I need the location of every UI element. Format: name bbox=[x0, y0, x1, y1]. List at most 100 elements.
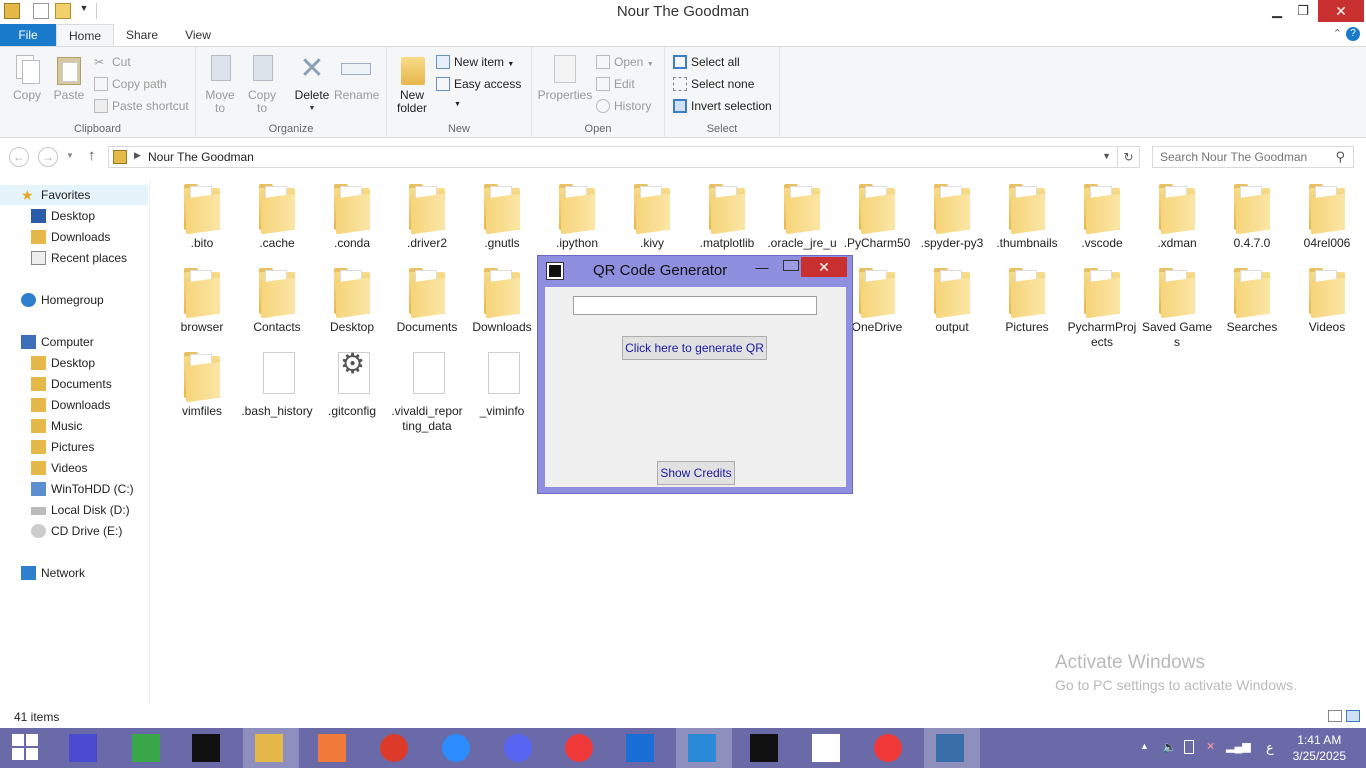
nav-comp-drive-c[interactable]: WinToHDD (C:) bbox=[31, 479, 134, 499]
file-item[interactable]: .oracle_jre_usage bbox=[766, 182, 838, 266]
new-folder-button[interactable]: New folder bbox=[393, 53, 431, 115]
file-item[interactable]: .ipython bbox=[541, 182, 613, 251]
cut-button[interactable]: ✂ Cut bbox=[94, 53, 131, 71]
show-credits-button[interactable]: Show Credits bbox=[657, 461, 735, 485]
nav-comp-desktop[interactable]: Desktop bbox=[31, 353, 95, 373]
help-icon[interactable]: ? bbox=[1346, 27, 1360, 41]
file-item[interactable]: PycharmProjects bbox=[1066, 266, 1138, 350]
nav-favorites[interactable]: ★ Favorites bbox=[0, 185, 148, 205]
battery-icon[interactable] bbox=[1184, 740, 1194, 754]
nav-comp-documents[interactable]: Documents bbox=[31, 374, 112, 394]
file-item[interactable]: .conda bbox=[316, 182, 388, 251]
collapse-ribbon-icon[interactable]: ⌃ bbox=[1333, 27, 1342, 40]
taskbar-discord-button[interactable] bbox=[492, 728, 548, 768]
clock[interactable]: 1:41 AM 3/25/2025 bbox=[1293, 732, 1346, 764]
network-error-icon[interactable]: ✕ bbox=[1206, 740, 1215, 753]
taskbar-capcut-button[interactable] bbox=[800, 728, 856, 768]
taskbar-zoom-button[interactable] bbox=[430, 728, 486, 768]
taskbar-vivaldi-2-button[interactable] bbox=[862, 728, 918, 768]
input-language[interactable]: ع bbox=[1266, 740, 1274, 756]
forward-button[interactable]: → bbox=[38, 147, 58, 167]
search-icon[interactable]: ⚲ bbox=[1335, 149, 1345, 165]
taskbar-python-button[interactable] bbox=[924, 728, 980, 768]
dialog-close-button[interactable]: ✕ bbox=[801, 257, 847, 277]
invert-selection-button[interactable]: Invert selection bbox=[673, 97, 772, 115]
taskbar-photo-app-button[interactable] bbox=[306, 728, 362, 768]
volume-icon[interactable]: 🔈 bbox=[1162, 740, 1177, 754]
open-button[interactable]: Open ▼ bbox=[596, 53, 654, 71]
address-bar[interactable]: ▶ Nour The Goodman ▼ bbox=[108, 146, 1118, 168]
refresh-button[interactable]: ↻ bbox=[1118, 146, 1140, 168]
file-item[interactable]: .spyder-py3 bbox=[916, 182, 988, 251]
file-item[interactable]: .kivy bbox=[616, 182, 688, 251]
nav-comp-videos[interactable]: Videos bbox=[31, 458, 87, 478]
file-item[interactable]: .driver2 bbox=[391, 182, 463, 251]
file-item[interactable]: browser bbox=[166, 266, 238, 335]
taskbar-tile-app-button[interactable] bbox=[120, 728, 176, 768]
recent-locations-icon[interactable]: ▼ bbox=[66, 151, 74, 160]
tab-share[interactable]: Share bbox=[114, 24, 170, 47]
show-hidden-icons-icon[interactable]: ▲ bbox=[1140, 741, 1149, 751]
new-item-button[interactable]: New item ▼ bbox=[436, 53, 514, 71]
file-item[interactable]: .thumbnails bbox=[991, 182, 1063, 251]
taskbar-file-explorer-button[interactable] bbox=[243, 728, 299, 768]
file-item[interactable]: output bbox=[916, 266, 988, 335]
back-button[interactable]: ← bbox=[9, 147, 29, 167]
file-item[interactable]: .cache bbox=[241, 182, 313, 251]
up-button[interactable]: ↑ bbox=[88, 147, 96, 164]
search-input[interactable] bbox=[1160, 150, 1330, 164]
copy-path-button[interactable]: Copy path bbox=[94, 75, 167, 93]
breadcrumb-path[interactable]: Nour The Goodman bbox=[148, 150, 254, 164]
file-item[interactable]: ⚙ .gitconfig bbox=[316, 350, 388, 419]
tab-view[interactable]: View bbox=[170, 24, 226, 47]
paste-button[interactable]: Paste bbox=[50, 53, 88, 102]
file-item[interactable]: Contacts bbox=[241, 266, 313, 335]
maximize-button[interactable]: ❐ bbox=[1288, 0, 1318, 22]
copy-button[interactable]: Copy bbox=[8, 53, 46, 102]
history-button[interactable]: History bbox=[596, 97, 651, 115]
taskbar-cmd-button[interactable] bbox=[180, 728, 236, 768]
breadcrumb-chevron-icon[interactable]: ▶ bbox=[134, 150, 141, 161]
nav-fav-desktop[interactable]: Desktop bbox=[31, 206, 95, 226]
nav-fav-recent[interactable]: Recent places bbox=[31, 248, 127, 268]
select-all-button[interactable]: Select all bbox=[673, 53, 740, 71]
dialog-maximize-button[interactable] bbox=[783, 260, 799, 271]
generate-qr-button[interactable]: Click here to generate QR bbox=[622, 336, 767, 360]
file-item[interactable]: Desktop bbox=[316, 266, 388, 335]
taskbar-streamline-button[interactable] bbox=[614, 728, 670, 768]
nav-comp-drive-e[interactable]: CD Drive (E:) bbox=[31, 521, 122, 541]
move-to-button[interactable]: Move to bbox=[202, 53, 238, 115]
nav-computer[interactable]: Computer bbox=[21, 332, 94, 352]
file-item[interactable]: Pictures bbox=[991, 266, 1063, 335]
file-item[interactable]: Documents bbox=[391, 266, 463, 335]
easy-access-button[interactable]: Easy access ▼ bbox=[436, 75, 531, 108]
qr-text-input[interactable] bbox=[573, 296, 817, 315]
file-item[interactable]: 04rel006 bbox=[1291, 182, 1363, 251]
address-dropdown-icon[interactable]: ▼ bbox=[1102, 151, 1111, 161]
details-view-icon[interactable] bbox=[1328, 710, 1342, 722]
file-item[interactable]: .xdman bbox=[1141, 182, 1213, 251]
nav-comp-drive-d[interactable]: Local Disk (D:) bbox=[31, 500, 130, 520]
taskbar-settings-button[interactable] bbox=[57, 728, 113, 768]
nav-comp-music[interactable]: Music bbox=[31, 416, 82, 436]
signal-icon[interactable]: ▂▄▆ bbox=[1226, 740, 1251, 753]
file-item[interactable]: .vscode bbox=[1066, 182, 1138, 251]
taskbar-chrome-button[interactable] bbox=[368, 728, 424, 768]
edit-button[interactable]: Edit bbox=[596, 75, 635, 93]
select-none-button[interactable]: Select none bbox=[673, 75, 754, 93]
taskbar-vivaldi-button[interactable] bbox=[553, 728, 609, 768]
file-item[interactable]: Videos bbox=[1291, 266, 1363, 335]
tab-home[interactable]: Home bbox=[56, 24, 114, 47]
copy-to-button[interactable]: Copy to bbox=[244, 53, 280, 115]
file-item[interactable]: .bito bbox=[166, 182, 238, 251]
file-item[interactable]: .matplotlib bbox=[691, 182, 763, 251]
file-item[interactable]: _viminfo bbox=[466, 350, 538, 419]
file-item[interactable]: Searches bbox=[1216, 266, 1288, 335]
tab-file[interactable]: File bbox=[0, 24, 56, 47]
file-item[interactable]: Saved Games bbox=[1141, 266, 1213, 350]
nav-comp-downloads[interactable]: Downloads bbox=[31, 395, 110, 415]
file-item[interactable]: vimfiles bbox=[166, 350, 238, 419]
file-item[interactable]: .bash_history bbox=[241, 350, 313, 419]
properties-button[interactable]: Properties bbox=[536, 53, 594, 102]
nav-homegroup[interactable]: Homegroup bbox=[21, 290, 104, 310]
